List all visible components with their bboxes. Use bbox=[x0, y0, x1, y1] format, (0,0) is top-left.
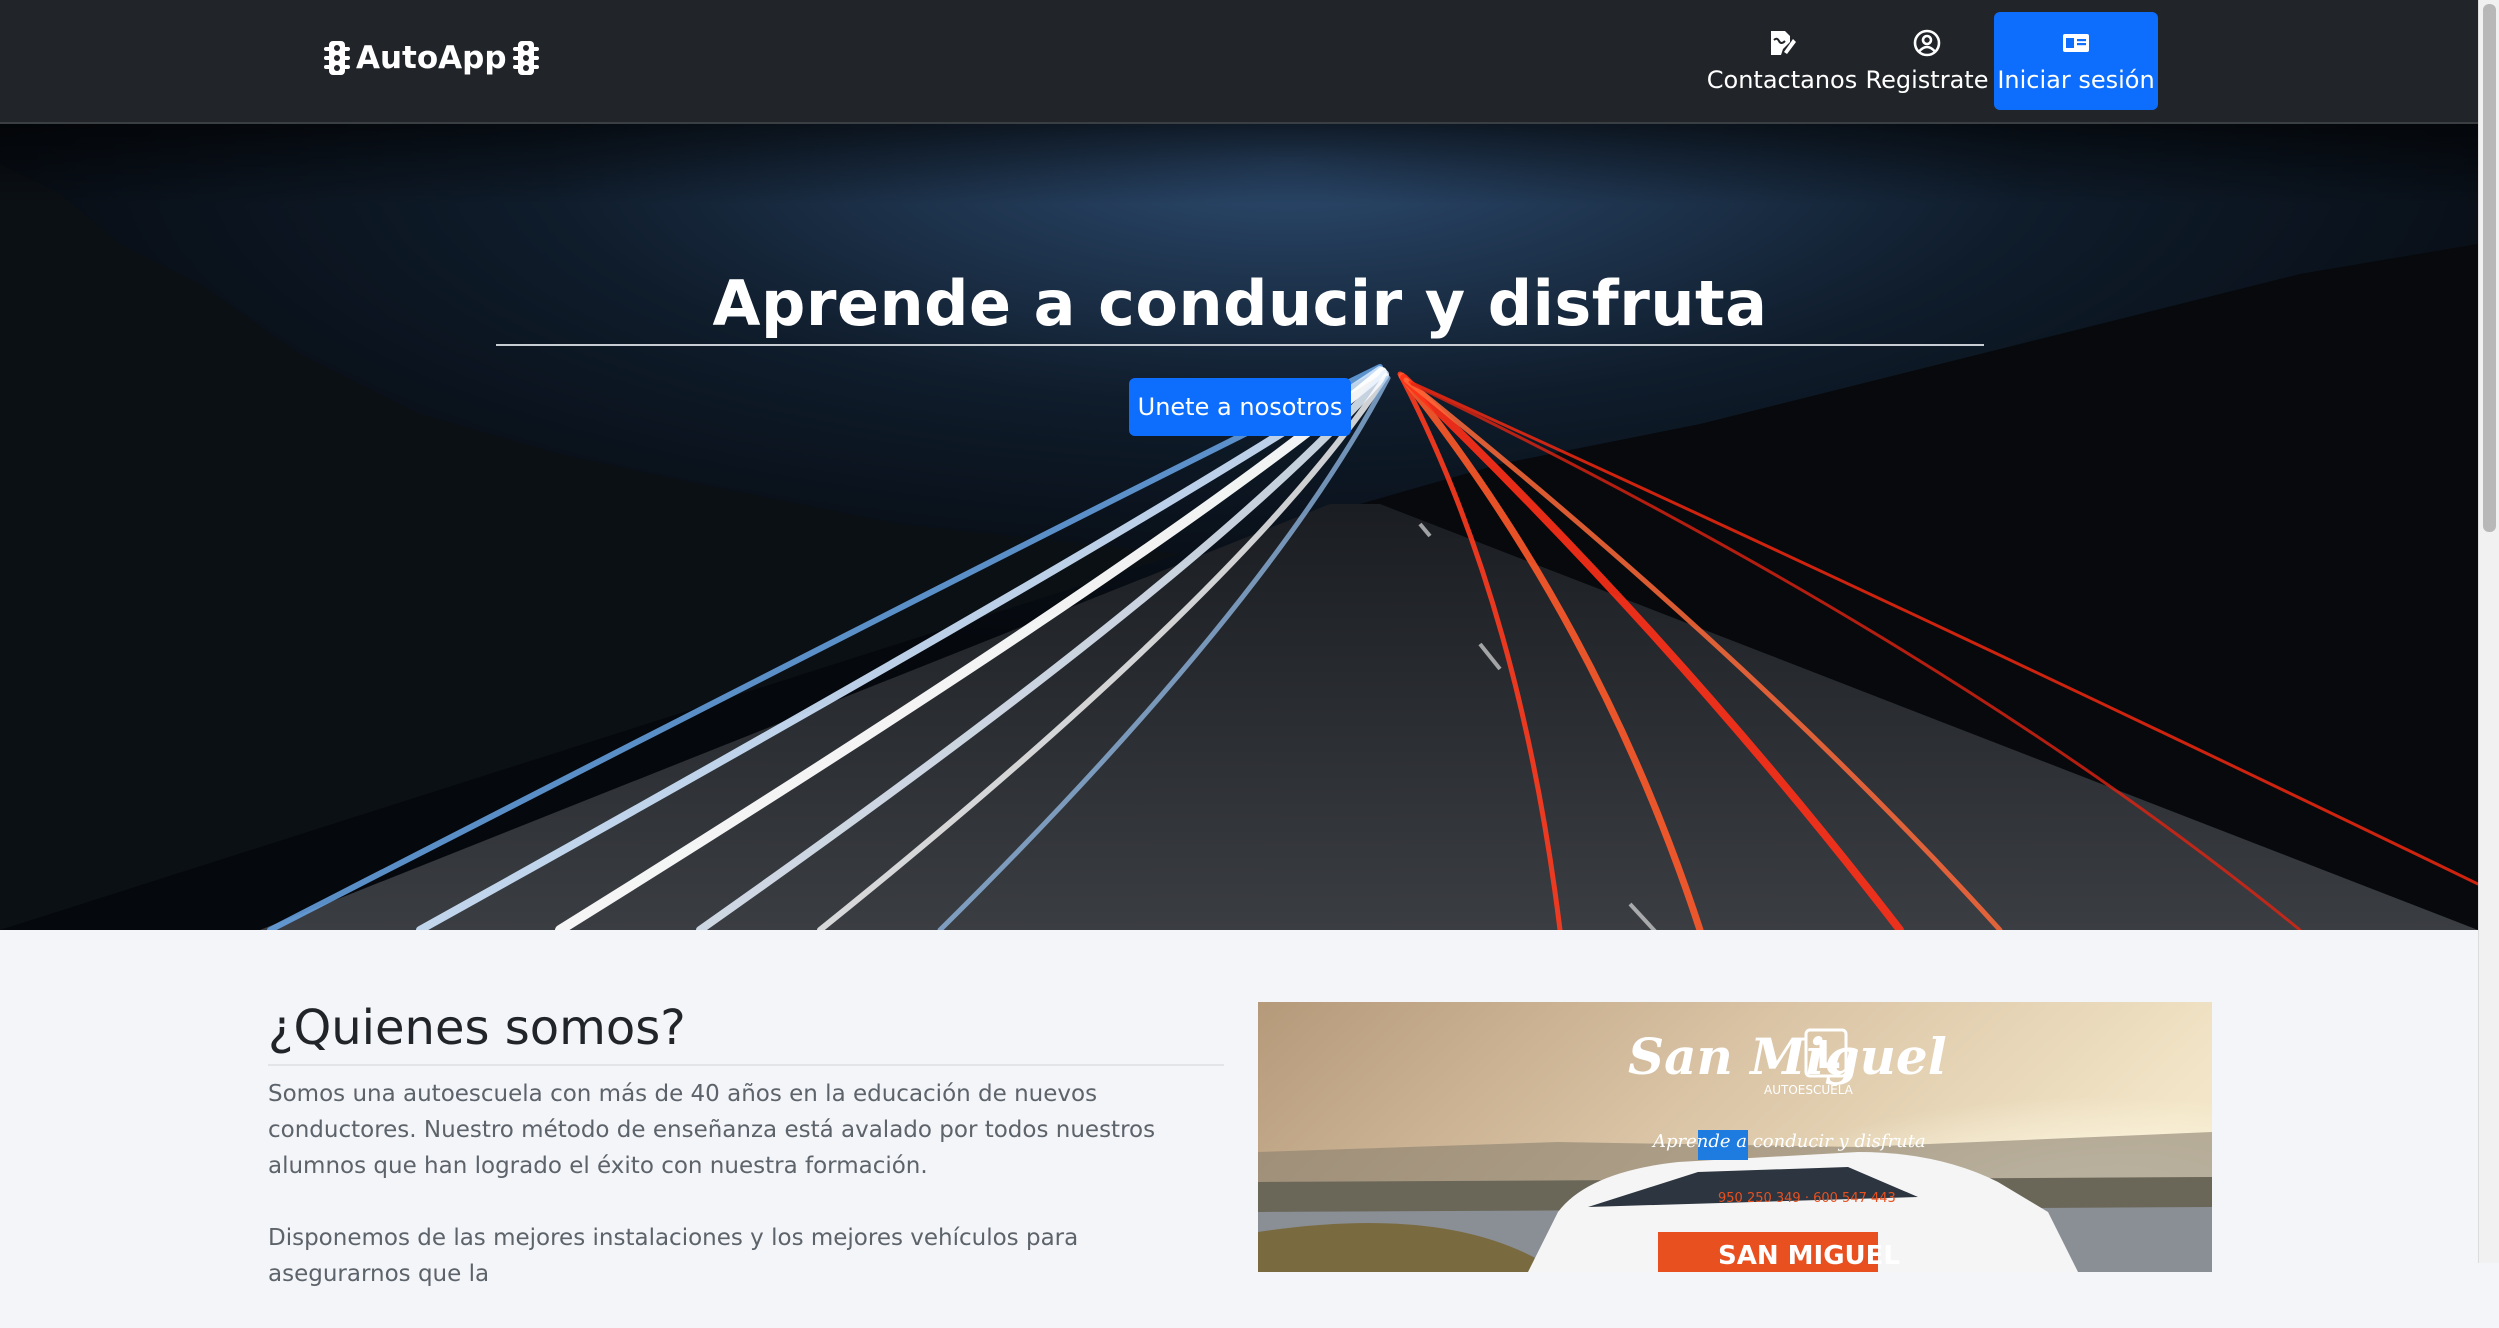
logo-badge: L bbox=[1816, 1033, 1840, 1077]
car-text: SAN MIGUEL bbox=[1718, 1241, 1900, 1271]
about-text: Somos una autoescuela con más de 40 años… bbox=[268, 1076, 1228, 1328]
user-circle-icon bbox=[1913, 29, 1941, 57]
nav-contactanos-label: Contactanos bbox=[1706, 66, 1858, 94]
join-us-button[interactable]: Unete a nosotros bbox=[1129, 378, 1351, 436]
page-scrollbar[interactable] bbox=[2478, 0, 2499, 1263]
logo-text: San Miguel bbox=[1628, 1027, 1947, 1086]
signature-icon bbox=[1771, 31, 1796, 55]
about-section: ¿Quienes somos? Somos una autoescuela co… bbox=[0, 930, 2478, 1287]
nav-iniciar-sesion-button[interactable]: Iniciar sesión bbox=[1994, 12, 2158, 110]
top-navbar: AutoApp Contactanos Registrate Iniciar s… bbox=[0, 0, 2478, 124]
scrollbar-thumb[interactable] bbox=[2483, 4, 2496, 532]
brand-name: AutoApp bbox=[356, 40, 507, 76]
traffic-light-icon bbox=[324, 41, 350, 75]
driving-school-car-image: 950 250 349 · 600 547 443 SAN MIGUEL San… bbox=[1258, 1002, 2212, 1272]
hero-section: Aprende a conducir y disfruta Unete a no… bbox=[0, 124, 2478, 930]
logo-slogan: Aprende a conducir y disfruta bbox=[1651, 1131, 1926, 1152]
id-card-icon bbox=[2063, 34, 2089, 52]
nav-contactanos[interactable]: Contactanos bbox=[1706, 12, 1858, 110]
about-title: ¿Quienes somos? bbox=[268, 1000, 1224, 1066]
about-paragraph: Disponemos de las mejores instalaciones … bbox=[268, 1225, 1079, 1287]
traffic-light-icon bbox=[512, 41, 539, 75]
car-phones: 950 250 349 · 600 547 443 bbox=[1718, 1191, 1896, 1206]
hero-background-image bbox=[0, 124, 2478, 930]
hero-title: Aprende a conducir y disfruta bbox=[496, 268, 1984, 346]
nav-registrate[interactable]: Registrate bbox=[1866, 12, 1988, 110]
nav-iniciar-sesion-label: Iniciar sesión bbox=[1997, 66, 2155, 94]
nav-registrate-label: Registrate bbox=[1865, 66, 1989, 94]
brand-link[interactable]: AutoApp bbox=[318, 36, 545, 80]
about-paragraph: Somos una autoescuela con más de 40 años… bbox=[268, 1081, 1156, 1179]
logo-subtitle: AUTOESCUELA bbox=[1764, 1083, 1854, 1097]
